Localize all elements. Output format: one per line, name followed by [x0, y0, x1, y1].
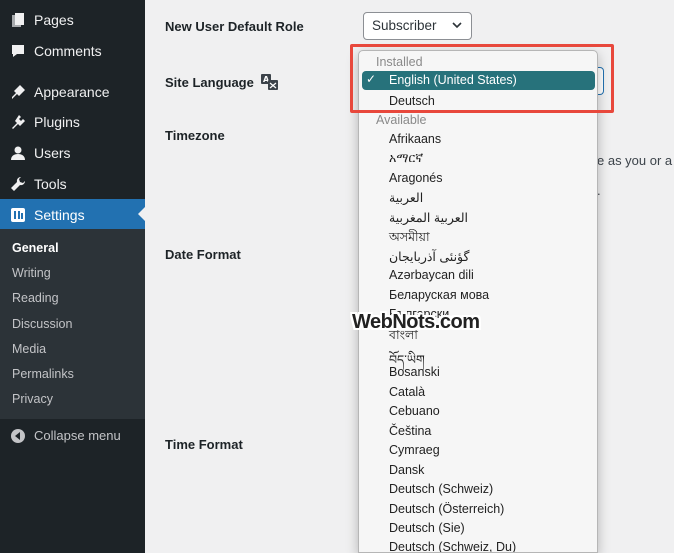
submenu-general[interactable]: General [12, 241, 59, 255]
sidebar-item-label: Settings [34, 206, 85, 223]
language-option[interactable]: Català [389, 385, 425, 399]
submenu-permalinks[interactable]: Permalinks [12, 367, 74, 381]
sidebar-item-label: Appearance [34, 83, 110, 100]
date-format-label: Date Format [165, 247, 241, 262]
language-option[interactable]: Bosanski [389, 365, 440, 379]
sidebar-item-plugins[interactable]: Plugins [0, 106, 145, 137]
submenu-writing[interactable]: Writing [12, 266, 51, 280]
language-option[interactable]: Dansk [389, 463, 424, 477]
appearance-icon [9, 83, 27, 101]
admin-sidebar: Pages Comments Appearance Plugins Users … [0, 0, 145, 553]
language-option[interactable]: Deutsch (Schweiz, Du) [389, 540, 516, 552]
language-option[interactable]: Cebuano [389, 404, 440, 418]
language-option[interactable]: العربية المغربية [389, 210, 468, 225]
watermark-text: WebNots.com [352, 311, 480, 333]
sidebar-item-label: Pages [34, 11, 74, 28]
language-option[interactable]: گؤنئی آذربایجان [389, 249, 469, 264]
pages-icon [9, 11, 27, 29]
available-group-label: Available [376, 113, 427, 127]
sidebar-item-appearance[interactable]: Appearance [0, 76, 145, 107]
submenu-privacy[interactable]: Privacy [12, 392, 53, 406]
language-option[interactable]: Aragonés [389, 171, 443, 185]
site-language-label: Site Language A [165, 74, 279, 93]
language-option[interactable]: Deutsch (Sie) [389, 521, 465, 535]
submenu-media[interactable]: Media [12, 342, 46, 356]
sidebar-item-pages[interactable]: Pages [0, 4, 145, 35]
timezone-description: e as you or a [597, 153, 673, 168]
settings-submenu: General Writing Reading Discussion Media… [0, 229, 145, 419]
sidebar-item-label: Comments [34, 42, 102, 59]
collapse-arrow-icon [9, 427, 27, 445]
role-select-value: Subscriber [372, 18, 437, 33]
language-option[interactable]: Беларуская мова [389, 288, 489, 302]
language-option[interactable]: Deutsch (Österreich) [389, 502, 504, 516]
timezone-label: Timezone [165, 128, 225, 143]
tools-icon [9, 175, 27, 193]
language-option[interactable]: Deutsch (Schweiz) [389, 482, 493, 496]
submenu-discussion[interactable]: Discussion [12, 317, 72, 331]
language-option[interactable]: অসমীয়া [389, 229, 430, 249]
language-option[interactable]: Afrikaans [389, 132, 441, 146]
sidebar-item-label: Tools [34, 175, 67, 192]
settings-icon [9, 206, 27, 224]
time-format-label: Time Format [165, 437, 243, 452]
webnots-watermark: WebNots.com [352, 311, 497, 341]
language-option[interactable]: Cymraeg [389, 443, 440, 457]
new-user-role-label: New User Default Role [165, 19, 304, 34]
plugins-icon [9, 113, 27, 131]
comments-icon [9, 42, 27, 60]
submenu-reading[interactable]: Reading [12, 291, 59, 305]
language-option[interactable]: Azərbaycan dili [389, 268, 474, 282]
sidebar-item-label: Users [34, 144, 71, 161]
collapse-menu-button[interactable]: Collapse menu [0, 420, 145, 451]
sidebar-item-users[interactable]: Users [0, 137, 145, 168]
language-option[interactable]: العربية [389, 190, 423, 205]
sidebar-item-label: Plugins [34, 113, 80, 130]
language-option[interactable]: Čeština [389, 424, 431, 438]
sidebar-item-tools[interactable]: Tools [0, 168, 145, 199]
collapse-menu-label: Collapse menu [34, 428, 121, 443]
chevron-down-icon [451, 19, 463, 34]
highlight-box [350, 44, 614, 113]
language-option[interactable]: አማርኛ [389, 151, 423, 166]
sidebar-item-comments[interactable]: Comments [0, 35, 145, 66]
sidebar-item-settings[interactable]: Settings [0, 199, 145, 230]
translation-icon: A [261, 74, 279, 93]
users-icon [9, 144, 27, 162]
site-language-text: Site Language [165, 74, 254, 90]
new-user-role-select[interactable]: Subscriber [363, 12, 472, 40]
site-language-dropdown[interactable]: Installed ✓ English (United States) Deut… [358, 50, 598, 553]
